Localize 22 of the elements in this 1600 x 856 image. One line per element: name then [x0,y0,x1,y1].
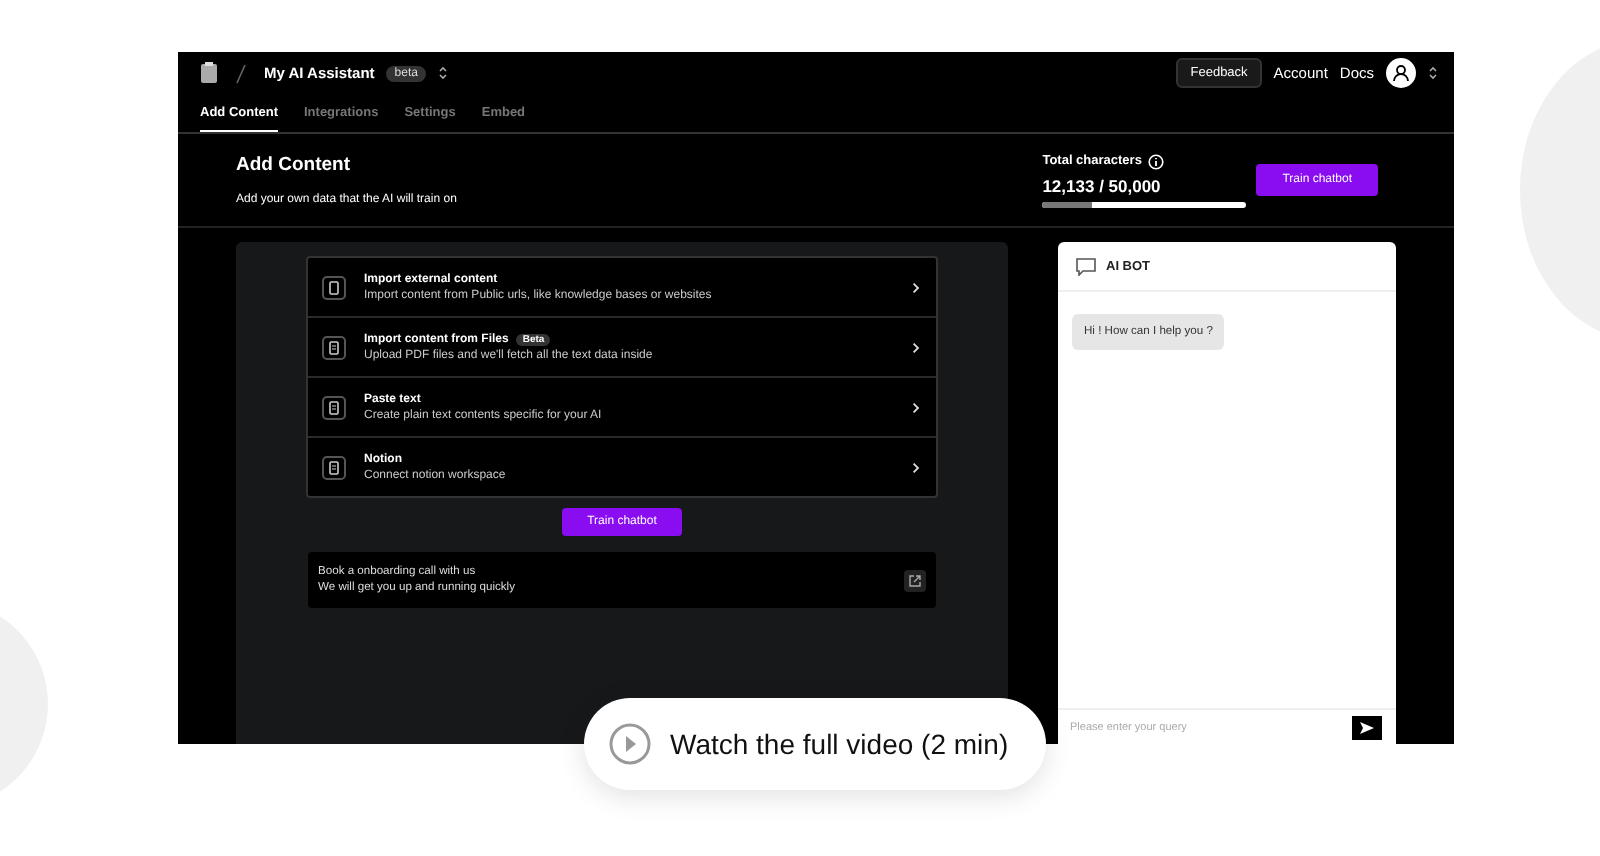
watch-video-button[interactable]: Watch the full video (2 min) [584,698,1046,790]
document-icon [322,395,346,419]
play-icon [608,722,652,766]
chevron-updown-icon[interactable] [437,66,448,80]
chevron-right-icon [912,341,920,353]
page-title: Add Content [236,154,352,176]
chevron-updown-icon[interactable] [1428,66,1438,80]
send-button[interactable] [1352,715,1382,739]
slash-separator-icon [236,63,246,83]
avatar-icon[interactable] [1386,58,1416,88]
document-icon [322,455,346,479]
chevron-right-icon [912,401,920,413]
document-icon [322,335,346,359]
send-icon [1360,721,1374,733]
character-count: 12,133 / 50,000 [1042,175,1163,195]
chevron-right-icon [912,281,920,293]
chevron-right-icon [912,461,920,473]
external-link-icon[interactable] [904,569,926,591]
chat-bubble-icon [1076,257,1096,275]
clipboard-icon [200,62,218,84]
info-icon[interactable] [1147,153,1164,169]
document-icon [322,275,346,299]
